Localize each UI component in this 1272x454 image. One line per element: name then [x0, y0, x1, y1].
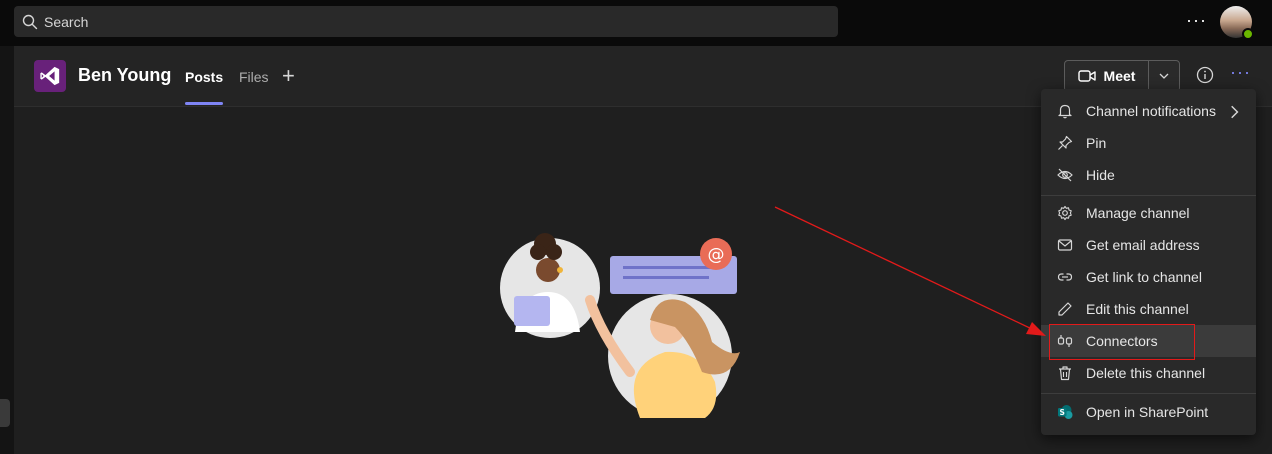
svg-text:S: S [1059, 408, 1064, 417]
meet-button[interactable]: Meet [1065, 61, 1149, 91]
chevron-down-icon [1159, 73, 1169, 79]
menu-item-label: Open in SharePoint [1086, 404, 1209, 420]
trash-icon [1059, 366, 1071, 381]
menu-item-get-email-address[interactable]: Get email address [1041, 229, 1256, 261]
pencil-icon [1058, 302, 1072, 316]
link-icon [1057, 273, 1073, 281]
gear-icon [1058, 205, 1072, 221]
tab-posts[interactable]: Posts [185, 69, 223, 85]
menu-item-hide[interactable]: Hide [1041, 159, 1256, 191]
left-rail [0, 46, 14, 454]
menu-divider [1041, 195, 1256, 196]
welcome-illustration: @ [500, 233, 740, 418]
chevron-right-icon [1231, 105, 1239, 119]
sharepoint-icon: S [1058, 405, 1073, 419]
search-placeholder: Search [44, 13, 89, 30]
menu-item-label: Pin [1086, 135, 1107, 151]
menu-item-label: Manage channel [1086, 205, 1190, 221]
search-icon [22, 14, 38, 29]
meet-button-group: Meet [1064, 60, 1180, 92]
presence-badge [1242, 28, 1254, 40]
user-avatar[interactable] [1220, 6, 1254, 40]
menu-item-delete-this-channel[interactable]: Delete this channel [1041, 357, 1256, 389]
eye-off-icon [1057, 168, 1073, 182]
menu-item-label: Get email address [1086, 237, 1200, 253]
channel-context-menu: Channel notifications Pin Hide Manage ch… [1041, 89, 1256, 435]
top-bar: Search ··· [0, 0, 1272, 46]
menu-item-open-in-sharepoint[interactable]: S Open in SharePoint [1041, 396, 1256, 428]
menu-item-label: Edit this channel [1086, 301, 1189, 317]
top-more-button[interactable]: ··· [1186, 10, 1207, 31]
channel-more-button[interactable]: ··· [1230, 62, 1251, 83]
menu-item-label: Channel notifications [1086, 103, 1216, 119]
active-tab-indicator [185, 102, 223, 105]
svg-text:@: @ [708, 245, 725, 265]
mail-icon [1057, 239, 1073, 251]
rail-handle[interactable] [0, 399, 10, 427]
meet-label: Meet [1103, 68, 1136, 84]
meet-dropdown-button[interactable] [1149, 61, 1179, 91]
bell-icon [1058, 104, 1072, 119]
search-input[interactable]: Search [14, 6, 838, 37]
menu-item-channel-notifications[interactable]: Channel notifications [1041, 95, 1256, 127]
tab-files[interactable]: Files [239, 69, 269, 85]
menu-item-label: Delete this channel [1086, 365, 1206, 381]
menu-item-edit-this-channel[interactable]: Edit this channel [1041, 293, 1256, 325]
menu-item-label: Get link to channel [1086, 269, 1202, 285]
pin-icon [1058, 135, 1073, 150]
annotation-highlight-box [1049, 324, 1195, 360]
menu-item-get-link-to-channel[interactable]: Get link to channel [1041, 261, 1256, 293]
team-logo [34, 60, 66, 92]
menu-divider [1041, 393, 1256, 394]
team-name: Ben Young [78, 65, 172, 85]
menu-item-pin[interactable]: Pin [1041, 127, 1256, 159]
video-camera-icon [1077, 70, 1096, 82]
menu-item-manage-channel[interactable]: Manage channel [1041, 197, 1256, 229]
visual-studio-icon [40, 66, 60, 86]
menu-item-label: Hide [1086, 167, 1115, 183]
info-icon[interactable] [1196, 66, 1214, 84]
add-tab-button[interactable]: + [282, 63, 295, 89]
